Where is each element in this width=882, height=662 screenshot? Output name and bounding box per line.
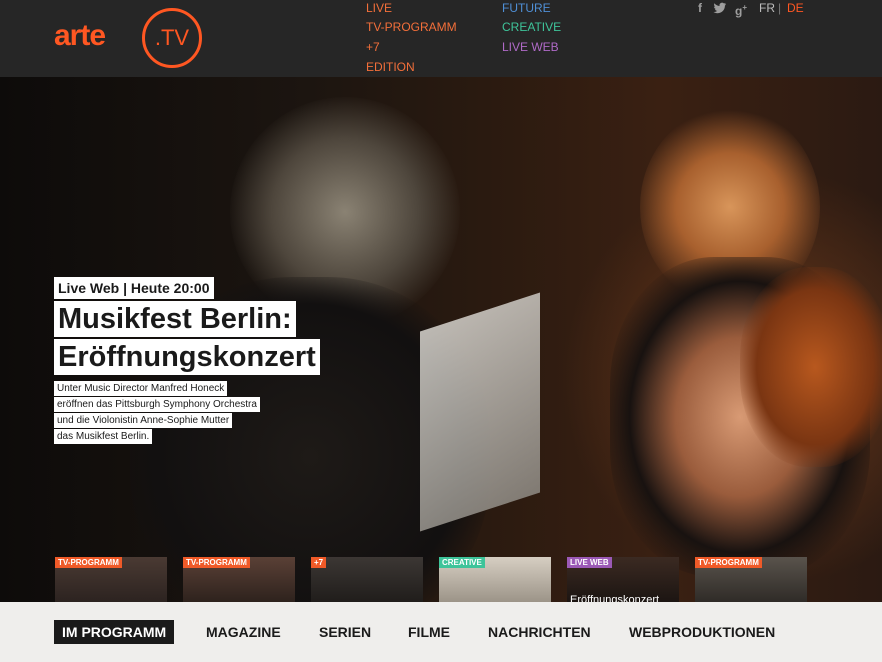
tab-serien[interactable]: SERIEN xyxy=(319,623,371,641)
teaser-badge: TV-PROGRAMM xyxy=(183,557,250,568)
hero-description-line-3: und die Violonistin Anne-Sophie Mutter xyxy=(54,413,233,428)
nav-tv-programm[interactable]: TV-PROGRAMM xyxy=(366,19,457,35)
teaser-thumbnail[interactable]: CREATIVE xyxy=(439,557,551,602)
google-plus-icon[interactable]: g+ xyxy=(733,1,749,18)
tab-filme[interactable]: FILME xyxy=(408,623,450,641)
hero-title-line-2[interactable]: Eröffnungskonzert xyxy=(54,339,320,375)
hero-photo-violin xyxy=(740,267,882,467)
teaser-thumbnail[interactable]: +7 xyxy=(311,557,423,602)
language-de[interactable]: DE xyxy=(787,1,804,15)
teaser-thumbnail[interactable]: TV-PROGRAMM xyxy=(695,557,807,602)
hero-description-line-4: das Musikfest Berlin. xyxy=(54,429,153,444)
top-header: arte .TV LIVE TV-PROGRAMM +7 EDITION FUT… xyxy=(0,0,882,77)
teaser-caption: Eröffnungskonzert xyxy=(570,594,660,602)
hero-description-line-2: eröffnen das Pittsburgh Symphony Orchest… xyxy=(54,397,260,412)
nav-creative[interactable]: CREATIVE xyxy=(502,19,561,35)
twitter-icon[interactable] xyxy=(713,1,727,15)
category-nav: IM PROGRAMM MAGAZINE SERIEN FILME NACHRI… xyxy=(0,602,882,662)
nav-edition[interactable]: EDITION xyxy=(366,59,415,75)
facebook-icon[interactable]: f xyxy=(693,1,707,15)
hero-tag: Live Web | Heute 20:00 xyxy=(54,277,214,299)
tab-magazine[interactable]: MAGAZINE xyxy=(206,623,281,641)
teaser-badge: CREATIVE xyxy=(439,557,485,568)
nav-live[interactable]: LIVE xyxy=(366,0,392,16)
language-fr[interactable]: FR xyxy=(759,1,775,15)
arte-logo[interactable]: arte xyxy=(54,19,106,53)
nav-future[interactable]: FUTURE xyxy=(502,0,551,16)
nav-live-web[interactable]: LIVE WEB xyxy=(502,39,559,55)
hero-banner[interactable]: Live Web | Heute 20:00 Musikfest Berlin:… xyxy=(0,77,882,602)
teaser-thumbnail[interactable]: TV-PROGRAMM xyxy=(183,557,295,602)
tab-im-programm[interactable]: IM PROGRAMM xyxy=(54,620,175,644)
hero-photo-sheet-music xyxy=(420,292,540,532)
teaser-thumbnail[interactable]: LIVE WEB Eröffnungskonzert xyxy=(567,557,679,602)
nav-plus7[interactable]: +7 xyxy=(366,39,380,55)
teaser-badge: LIVE WEB xyxy=(567,557,612,568)
teaser-thumbnail[interactable]: TV-PROGRAMM xyxy=(55,557,167,602)
tab-nachrichten[interactable]: NACHRICHTEN xyxy=(488,623,591,641)
hero-title-line-1[interactable]: Musikfest Berlin: xyxy=(54,301,296,337)
teaser-badge: +7 xyxy=(311,557,327,568)
tv-logo-text[interactable]: .TV xyxy=(148,25,196,51)
teaser-badge: TV-PROGRAMM xyxy=(55,557,122,568)
language-separator: | xyxy=(778,1,782,15)
teaser-badge: TV-PROGRAMM xyxy=(695,557,762,568)
hero-description-line-1: Unter Music Director Manfred Honeck xyxy=(54,381,228,396)
tab-webproduktionen[interactable]: WEBPRODUKTIONEN xyxy=(629,623,775,641)
